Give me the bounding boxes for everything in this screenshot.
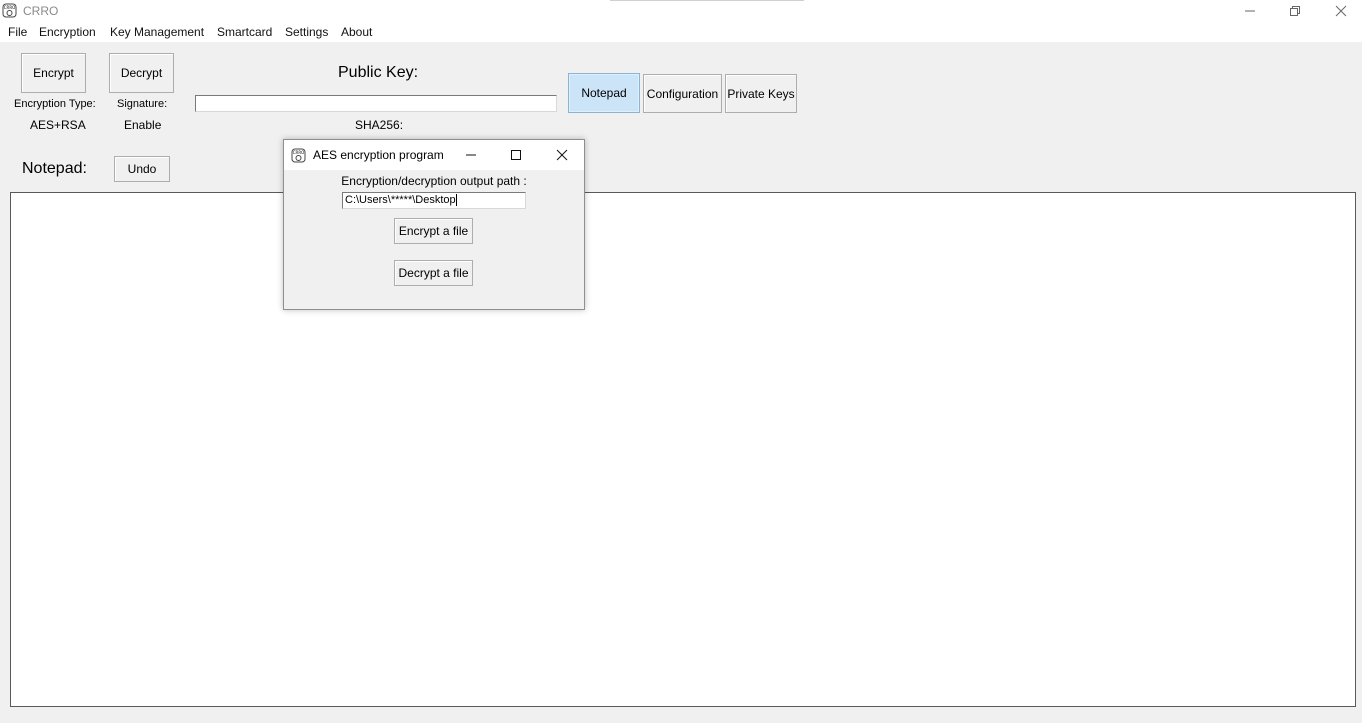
signature-label: Signature: [117, 98, 168, 110]
maximize-icon[interactable] [504, 144, 528, 166]
output-path-value: C:\Users\*****\Desktop [345, 194, 456, 206]
restore-icon[interactable] [1272, 0, 1318, 22]
decrypt-file-button[interactable]: Decrypt a file [394, 260, 473, 286]
menu-file[interactable]: File [8, 25, 27, 39]
dialog-title: AES encryption program [313, 148, 444, 162]
crro-logo-icon: CRRO [2, 3, 17, 18]
menu-bar [0, 22, 1362, 42]
notepad-label: Notepad: [22, 160, 87, 177]
public-key-label: Public Key: [338, 64, 419, 81]
menu-settings[interactable]: Settings [285, 25, 328, 39]
crro-logo-icon: CRRO [291, 148, 306, 163]
undo-button[interactable]: Undo [114, 156, 170, 182]
menu-about[interactable]: About [341, 25, 372, 39]
svg-text:CRRO: CRRO [4, 5, 16, 10]
menu-smartcard[interactable]: Smartcard [217, 25, 272, 39]
output-path-label: Encryption/decryption output path : [341, 174, 527, 188]
encryption-type-label: Encryption Type: [14, 98, 96, 110]
output-path-input[interactable]: C:\Users\*****\Desktop [342, 192, 526, 209]
signature-value: Enable [124, 118, 162, 132]
close-icon[interactable] [1318, 0, 1362, 22]
decrypt-button[interactable]: Decrypt [109, 53, 174, 93]
encrypt-file-button[interactable]: Encrypt a file [394, 218, 473, 244]
aes-dialog: CRRO AES encryption program Encryption/d… [283, 139, 585, 310]
title-accent-line [610, 0, 804, 1]
menu-key-management[interactable]: Key Management [110, 25, 204, 39]
close-icon[interactable] [550, 144, 574, 166]
minimize-icon[interactable] [1227, 0, 1273, 22]
encryption-type-value: AES+RSA [30, 118, 86, 132]
tab-private-keys[interactable]: Private Keys [725, 74, 797, 113]
menu-encryption[interactable]: Encryption [39, 25, 96, 39]
window-title: CRRO [23, 4, 59, 18]
text-caret [455, 194, 457, 207]
sha256-label: SHA256: [355, 118, 404, 132]
tab-configuration[interactable]: Configuration [643, 74, 722, 113]
encrypt-button[interactable]: Encrypt [21, 53, 86, 93]
title-bar [0, 0, 1362, 22]
notepad-textarea[interactable] [10, 192, 1356, 707]
minimize-icon[interactable] [459, 144, 483, 166]
tab-notepad[interactable]: Notepad [568, 73, 640, 113]
svg-text:CRRO: CRRO [293, 150, 305, 155]
public-key-input[interactable] [195, 95, 557, 112]
